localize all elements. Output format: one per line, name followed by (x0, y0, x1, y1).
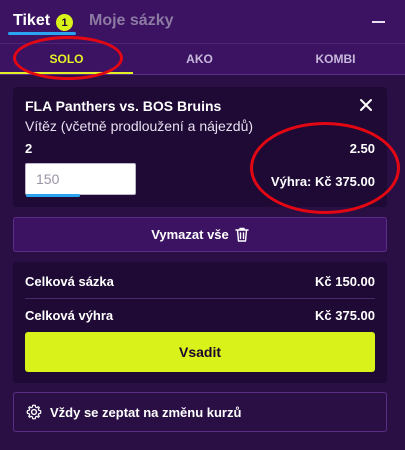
minus-icon[interactable] (372, 21, 385, 23)
odds-value: 2.50 (349, 141, 375, 156)
stake-underline-mark (26, 194, 80, 197)
bet-card: FLA Panthers vs. BOS Bruins Vítěz (včetn… (13, 87, 387, 207)
match-name: FLA Panthers vs. BOS Bruins (25, 98, 222, 114)
betslip-header: Tiket 1 Moje sázky (0, 0, 405, 44)
tab-solo[interactable]: SOLO (0, 44, 133, 74)
bet-type-tabs: SOLO AKO KOMBI (0, 44, 405, 74)
tiket-count-badge: 1 (56, 14, 73, 31)
clear-all-label: Vymazat vše (151, 227, 229, 242)
tiket-underline-mark (8, 32, 76, 35)
trash-icon (235, 227, 249, 242)
selection: 2 (25, 141, 33, 156)
bet-summary: Celková sázka Kč 150.00 Celková výhra Kč… (13, 262, 387, 383)
gear-icon (26, 404, 42, 420)
odds-change-label: Vždy se zeptat na změnu kurzů (50, 404, 242, 420)
total-stake-label: Celková sázka (25, 274, 114, 289)
odds-change-setting[interactable]: Vždy se zeptat na změnu kurzů (13, 392, 387, 432)
tab-ako[interactable]: AKO (133, 44, 266, 74)
tab-tiket[interactable]: Tiket (13, 12, 50, 30)
potential-winnings: Výhra: Kč 375.00 (270, 174, 375, 189)
clear-all-button[interactable]: Vymazat vše (13, 217, 387, 252)
total-stake-value: Kč 150.00 (315, 274, 375, 289)
tab-kombi[interactable]: KOMBI (266, 44, 405, 74)
summary-divider (25, 298, 375, 299)
tab-moje-sazky[interactable]: Moje sázky (89, 12, 173, 30)
place-bet-button[interactable]: Vsadit (25, 332, 375, 372)
total-win-value: Kč 375.00 (315, 308, 375, 323)
tabs-divider (0, 74, 405, 75)
stake-input[interactable] (25, 163, 136, 195)
total-win-label: Celková výhra (25, 308, 114, 323)
close-icon[interactable] (359, 98, 373, 112)
market-name: Vítěz (včetně prodloužení a nájezdů) (25, 118, 254, 134)
